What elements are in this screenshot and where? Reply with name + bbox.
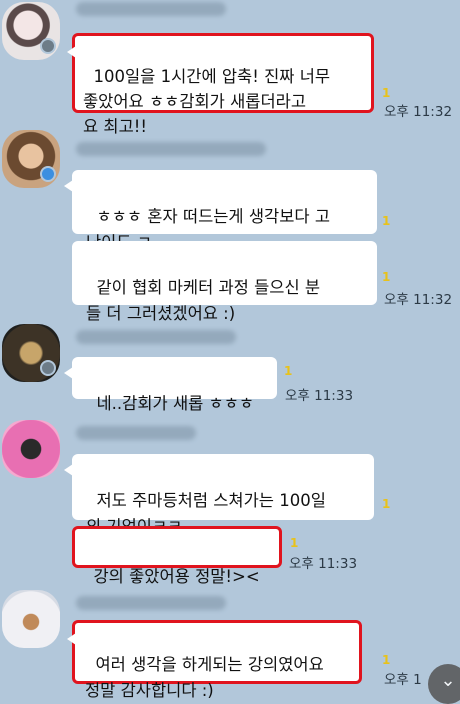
sender-name-blurred [76,2,226,16]
unread-count: 1 [382,497,391,511]
message-time: 오후 11:33 [289,556,358,572]
unread-count: 1 [290,536,299,550]
message-text: 강의 좋았어용 정말!>< [93,567,260,586]
message-bubble[interactable]: 100일을 1시간에 압축! 진짜 너무 좋았어요 ㅎㅎ감회가 새롭더라고 요 … [67,33,374,136]
sender-name-blurred [76,596,226,610]
message-time: 오후 11:32 [384,292,453,308]
message-text: 네..감회가 새롭 ㅎㅎㅎ [96,394,255,413]
message-bubble[interactable]: 저도 주마등처럼 스쳐가는 100일 의 기억이ㅋㅋ [64,454,374,536]
unread-count: 1 [382,214,391,228]
unread-count: 1 [382,653,391,667]
unread-count: 1 [382,86,391,100]
avatar[interactable] [2,420,60,478]
sender-name-blurred [76,142,266,156]
avatar[interactable] [2,324,60,382]
avatar[interactable] [2,130,60,188]
sender-name-blurred [76,330,236,344]
message-bubble[interactable]: ㅎㅎㅎ 혼자 떠드는게 생각보다 고 난이도 ㅋ [64,170,377,252]
status-dot-icon [40,38,56,54]
message-text: 같이 협회 마케터 과정 들으신 분 들 더 그러셨겠어요 :) [86,278,321,323]
avatar[interactable] [2,590,60,648]
message-time: 오후 11:33 [285,388,354,404]
avatar[interactable] [2,2,60,60]
message-time: 오후 1 [384,672,422,688]
scroll-down-button[interactable]: ⌄ [428,664,460,704]
message-text: 여러 생각을 하게되는 강의였어요 정말 감사합니다 :) [85,655,324,700]
message-bubble[interactable]: 같이 협회 마케터 과정 들으신 분 들 더 그러셨겠어요 :) [72,241,377,323]
chevron-down-icon: ⌄ [440,670,456,691]
message-text: 100일을 1시간에 압축! 진짜 너무 좋았어요 ㅎㅎ감회가 새롭더라고 요 … [83,67,331,136]
status-dot-icon [40,166,56,182]
unread-count: 1 [284,364,293,378]
message-time: 오후 11:32 [384,104,453,120]
message-bubble[interactable]: 강의 좋았어용 정말!>< [72,526,282,586]
message-bubble[interactable]: 여러 생각을 하게되는 강의였어요 정말 감사합니다 :) [67,620,362,700]
sender-name-blurred [76,426,196,440]
message-bubble[interactable]: 네..감회가 새롭 ㅎㅎㅎ [64,357,277,413]
unread-count: 1 [382,270,391,284]
status-dot-icon [40,360,56,376]
